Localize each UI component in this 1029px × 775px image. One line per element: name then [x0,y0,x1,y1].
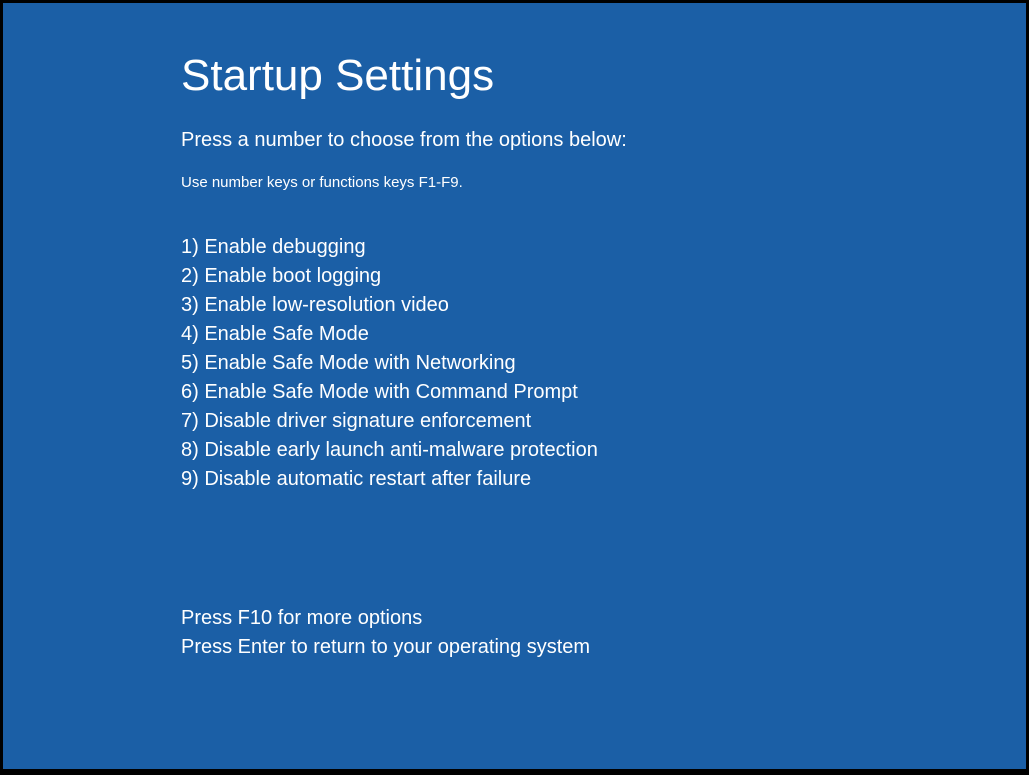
f10-more-options: Press F10 for more options [181,604,627,633]
option-5-enable-safe-mode-networking[interactable]: 5) Enable Safe Mode with Networking [181,349,627,378]
options-list: 1) Enable debugging 2) Enable boot loggi… [181,233,627,494]
startup-settings-screen: Startup Settings Press a number to choos… [3,3,1026,769]
option-9-disable-automatic-restart[interactable]: 9) Disable automatic restart after failu… [181,465,627,494]
option-1-enable-debugging[interactable]: 1) Enable debugging [181,233,627,262]
option-2-enable-boot-logging[interactable]: 2) Enable boot logging [181,262,627,291]
instruction-text: Press a number to choose from the option… [181,129,627,152]
option-6-enable-safe-mode-command-prompt[interactable]: 6) Enable Safe Mode with Command Prompt [181,378,627,407]
option-3-enable-low-resolution-video[interactable]: 3) Enable low-resolution video [181,291,627,320]
option-4-enable-safe-mode[interactable]: 4) Enable Safe Mode [181,320,627,349]
option-8-disable-early-launch-anti-malware[interactable]: 8) Disable early launch anti-malware pro… [181,436,627,465]
footer-instructions: Press F10 for more options Press Enter t… [181,604,627,662]
option-7-disable-driver-signature-enforcement[interactable]: 7) Disable driver signature enforcement [181,407,627,436]
hint-text: Use number keys or functions keys F1-F9. [181,174,627,191]
content-area: Startup Settings Press a number to choos… [181,51,627,662]
enter-return: Press Enter to return to your operating … [181,633,627,662]
page-title: Startup Settings [181,51,627,101]
